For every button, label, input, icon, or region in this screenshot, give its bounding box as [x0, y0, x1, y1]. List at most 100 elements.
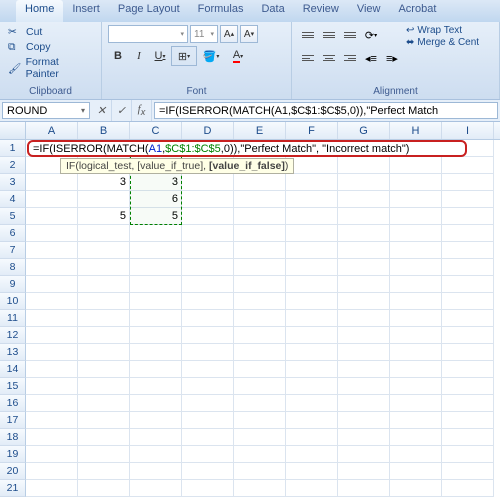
cell[interactable]: [182, 191, 234, 208]
cell[interactable]: [234, 395, 286, 412]
cell[interactable]: [130, 344, 182, 361]
cell[interactable]: [338, 463, 390, 480]
cell[interactable]: [338, 429, 390, 446]
indent-decrease-button[interactable]: ◂≡: [361, 48, 381, 68]
align-top-button[interactable]: [298, 25, 318, 45]
cell[interactable]: [390, 157, 442, 174]
row-header[interactable]: 13: [0, 344, 26, 361]
row-header[interactable]: 6: [0, 225, 26, 242]
cell[interactable]: [390, 361, 442, 378]
cell[interactable]: [182, 463, 234, 480]
cell[interactable]: [234, 225, 286, 242]
underline-button[interactable]: U▾: [150, 46, 170, 66]
tab-data[interactable]: Data: [252, 0, 293, 22]
cell[interactable]: [234, 344, 286, 361]
cell[interactable]: [338, 259, 390, 276]
align-middle-button[interactable]: [319, 25, 339, 45]
cell[interactable]: [26, 429, 78, 446]
cell[interactable]: [442, 310, 494, 327]
row-header[interactable]: 18: [0, 429, 26, 446]
cell[interactable]: [26, 208, 78, 225]
col-header-c[interactable]: C: [130, 122, 182, 139]
cell[interactable]: [286, 293, 338, 310]
cell[interactable]: [78, 395, 130, 412]
cell[interactable]: [130, 446, 182, 463]
cell[interactable]: [234, 429, 286, 446]
cell[interactable]: 3: [78, 174, 130, 191]
cell[interactable]: [442, 293, 494, 310]
cell[interactable]: [78, 361, 130, 378]
cell[interactable]: [78, 242, 130, 259]
row-header[interactable]: 5: [0, 208, 26, 225]
cell[interactable]: [338, 293, 390, 310]
col-header-g[interactable]: G: [338, 122, 390, 139]
cell[interactable]: [78, 344, 130, 361]
cell[interactable]: [442, 174, 494, 191]
cell[interactable]: [234, 208, 286, 225]
cell[interactable]: 5: [130, 208, 182, 225]
row-header[interactable]: 11: [0, 310, 26, 327]
row-header[interactable]: 21: [0, 480, 26, 497]
italic-button[interactable]: I: [129, 46, 149, 66]
cell[interactable]: [234, 327, 286, 344]
cell[interactable]: [234, 293, 286, 310]
cell[interactable]: [286, 191, 338, 208]
align-left-button[interactable]: [298, 48, 318, 68]
cell[interactable]: [442, 463, 494, 480]
tab-insert[interactable]: Insert: [63, 0, 109, 22]
cell[interactable]: [26, 242, 78, 259]
name-box[interactable]: ROUND▾: [2, 102, 90, 119]
cell[interactable]: [390, 429, 442, 446]
cell[interactable]: [182, 344, 234, 361]
col-header-h[interactable]: H: [390, 122, 442, 139]
cell[interactable]: [338, 157, 390, 174]
cell[interactable]: [338, 191, 390, 208]
cell[interactable]: [26, 191, 78, 208]
tab-page-layout[interactable]: Page Layout: [109, 0, 189, 22]
align-center-button[interactable]: [319, 48, 339, 68]
cell[interactable]: [234, 191, 286, 208]
cell[interactable]: [442, 208, 494, 225]
cell[interactable]: [130, 412, 182, 429]
select-all-corner[interactable]: [0, 122, 26, 139]
cell[interactable]: [286, 208, 338, 225]
cell[interactable]: [182, 429, 234, 446]
cell[interactable]: [182, 480, 234, 497]
cell[interactable]: [338, 412, 390, 429]
cell[interactable]: 3: [130, 174, 182, 191]
cell[interactable]: [234, 310, 286, 327]
tab-view[interactable]: View: [348, 0, 390, 22]
row-header[interactable]: 10: [0, 293, 26, 310]
fx-button[interactable]: fx: [132, 100, 152, 121]
cell[interactable]: [390, 208, 442, 225]
row-header[interactable]: 8: [0, 259, 26, 276]
cell[interactable]: [78, 446, 130, 463]
cell[interactable]: [286, 310, 338, 327]
cell[interactable]: [390, 276, 442, 293]
cell[interactable]: [390, 259, 442, 276]
font-color-button[interactable]: A▾: [225, 46, 251, 66]
cell[interactable]: [286, 412, 338, 429]
cell[interactable]: 5: [78, 208, 130, 225]
cell[interactable]: [442, 344, 494, 361]
cell[interactable]: [390, 327, 442, 344]
cell[interactable]: [130, 225, 182, 242]
cell[interactable]: [182, 446, 234, 463]
cell[interactable]: [390, 480, 442, 497]
cell[interactable]: [234, 446, 286, 463]
cell[interactable]: [130, 395, 182, 412]
col-header-b[interactable]: B: [78, 122, 130, 139]
cell[interactable]: [234, 259, 286, 276]
cell[interactable]: [442, 191, 494, 208]
indent-increase-button[interactable]: ≡▸: [382, 48, 402, 68]
cell[interactable]: [78, 412, 130, 429]
cell[interactable]: [442, 327, 494, 344]
col-header-e[interactable]: E: [234, 122, 286, 139]
border-button[interactable]: ⊞▾: [171, 46, 197, 66]
cell[interactable]: [130, 429, 182, 446]
col-header-f[interactable]: F: [286, 122, 338, 139]
cell[interactable]: [182, 327, 234, 344]
cell[interactable]: [130, 463, 182, 480]
cell[interactable]: [26, 259, 78, 276]
row-header[interactable]: 1: [0, 140, 26, 157]
